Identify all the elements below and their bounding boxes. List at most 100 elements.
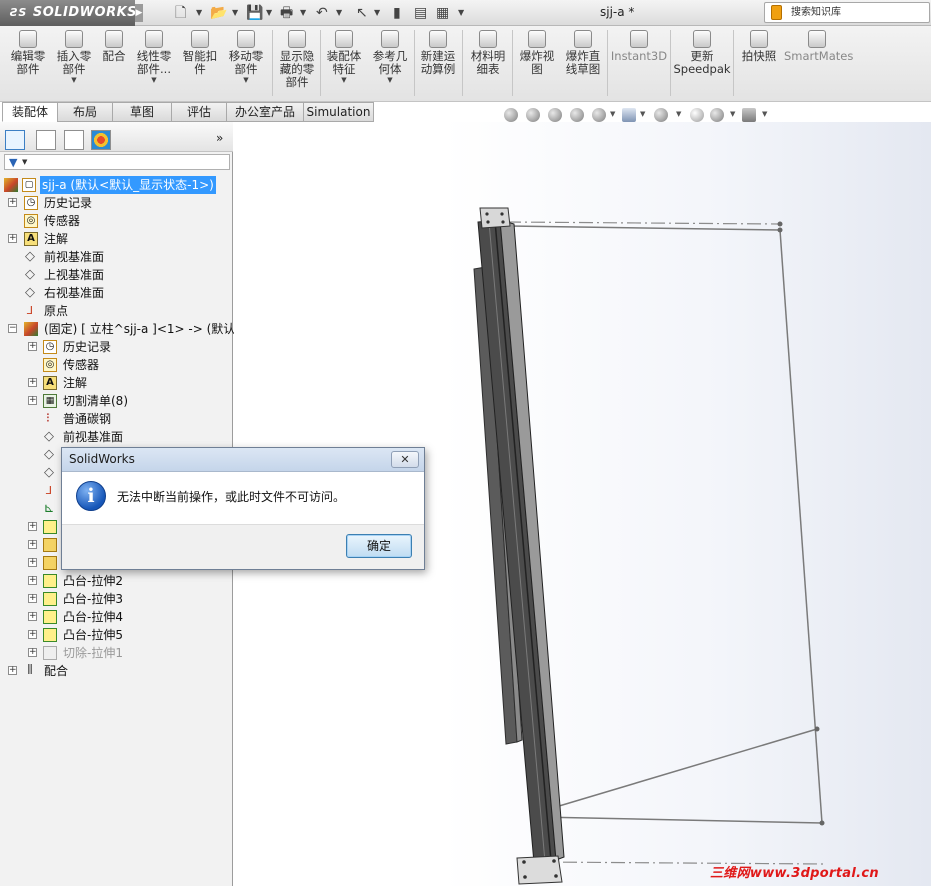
exploded-view-button[interactable]: 爆炸视 图 [515, 30, 559, 76]
open-folder-icon[interactable]: 📂 [210, 4, 227, 22]
tab-sketch[interactable]: 草图 [112, 102, 172, 122]
save-icon[interactable]: 💾 [246, 4, 263, 22]
zoom-to-fit-icon[interactable] [504, 108, 518, 122]
rebuild-icon[interactable]: ▮ [393, 4, 401, 22]
new-dropdown-icon[interactable]: ▼ [196, 4, 202, 22]
dialog-message: 无法中断当前操作，或此时文件不可访问。 [117, 490, 346, 504]
view-orientation-icon[interactable] [592, 108, 606, 122]
file-properties-icon[interactable]: ▤ [414, 4, 427, 22]
filter-funnel-icon[interactable]: ▼ [9, 156, 17, 169]
tab-simulation[interactable]: Simulation [303, 102, 374, 122]
expand-toggle-icon[interactable]: + [28, 612, 37, 621]
collapse-toggle-icon[interactable]: − [8, 324, 17, 333]
expand-panes-chevron-icon[interactable]: » [216, 131, 223, 145]
tree-filter-bar[interactable]: ▼ ▼ [4, 154, 230, 170]
sketch-point[interactable] [777, 221, 783, 227]
new-document-icon[interactable]: 🗋 [175, 4, 186, 22]
undo-icon[interactable]: ↶ [316, 4, 328, 22]
dialog-title-bar[interactable]: SolidWorks ✕ [62, 448, 424, 472]
edit-component-button[interactable]: 编辑零 部件 [6, 30, 50, 76]
open-dropdown-icon[interactable]: ▼ [232, 4, 238, 22]
expand-toggle-icon[interactable]: + [8, 666, 17, 675]
undo-dropdown-icon[interactable]: ▼ [336, 4, 342, 22]
expand-toggle-icon[interactable]: + [28, 558, 37, 567]
scene-dropdown-icon[interactable]: ▼ [730, 110, 735, 118]
dialog-close-button[interactable]: ✕ [391, 451, 419, 468]
smart-fasteners-button[interactable]: 智能扣 件 [178, 30, 222, 76]
tree-item-label: 切除-拉伸1 [63, 646, 123, 660]
view-settings-dropdown-icon[interactable]: ▼ [762, 110, 767, 118]
previous-view-icon[interactable] [548, 108, 562, 122]
smartmates-button[interactable]: SmartMates [784, 30, 853, 63]
tab-layout[interactable]: 布局 [57, 102, 113, 122]
plane-icon: ◇ [44, 447, 54, 462]
take-snapshot-button[interactable]: 拍快照 [736, 30, 782, 63]
select-dropdown-icon[interactable]: ▼ [374, 4, 380, 22]
print-icon[interactable]: 🖶 [280, 4, 293, 22]
options-dropdown-icon[interactable]: ▼ [458, 4, 464, 22]
linear-pattern-button[interactable]: 线性零 部件... ▼ [132, 30, 176, 84]
plane-icon: ◇ [44, 429, 54, 444]
expand-toggle-icon[interactable]: + [28, 648, 37, 657]
expand-toggle-icon[interactable]: + [28, 630, 37, 639]
tab-office-products[interactable]: 办公室产品 [226, 102, 304, 122]
mate-button[interactable]: 配合 [98, 30, 130, 63]
apply-scene-icon[interactable] [710, 108, 724, 122]
info-icon: i [76, 481, 106, 511]
save-dropdown-icon[interactable]: ▼ [266, 4, 272, 22]
options-icon[interactable]: ▦ [436, 4, 449, 22]
insert-component-icon [65, 30, 83, 48]
insert-component-button[interactable]: 插入零 部件 ▼ [52, 30, 96, 84]
explode-line-sketch-button[interactable]: 爆炸直 线草图 [561, 30, 605, 76]
move-component-button[interactable]: 移动零 部件 ▼ [224, 30, 268, 84]
view-settings-monitor-icon[interactable] [742, 108, 756, 122]
display-style-dropdown-icon[interactable]: ▼ [640, 110, 645, 118]
expand-toggle-icon[interactable]: + [28, 522, 37, 531]
tab-assembly[interactable]: 装配体 [2, 102, 58, 122]
top-plate[interactable] [479, 207, 511, 229]
display-style-cube-icon[interactable] [622, 108, 636, 122]
sketch-point[interactable] [819, 820, 825, 826]
property-manager-tab-icon[interactable] [36, 130, 56, 150]
section-view-icon[interactable] [570, 108, 584, 122]
part-icon [24, 322, 38, 336]
bill-of-materials-button[interactable]: 材料明 细表 [466, 30, 510, 76]
expand-toggle-icon[interactable]: + [28, 396, 37, 405]
update-speedpak-button[interactable]: 更新 Speedpak [672, 30, 732, 76]
show-hidden-components-button[interactable]: 显示隐 藏的零 部件 [275, 30, 319, 89]
instant3d-button[interactable]: Instant3D [610, 30, 668, 63]
dialog-body: i 无法中断当前操作，或此时文件不可访问。 [62, 472, 424, 524]
ok-button[interactable]: 确定 [346, 534, 412, 558]
configuration-manager-tab-icon[interactable] [64, 130, 84, 150]
ribbon-label: 爆炸直 线草图 [565, 49, 601, 76]
feature-manager-tab-icon[interactable] [5, 130, 25, 150]
expand-toggle-icon[interactable]: + [8, 234, 17, 243]
logo-menu-arrow-icon[interactable]: ▶ [135, 4, 143, 22]
filter-dropdown-icon[interactable]: ▼ [22, 158, 27, 166]
search-knowledge-base-input[interactable]: 搜索知识库 [764, 2, 930, 23]
edit-appearance-icon[interactable] [690, 108, 704, 122]
expand-toggle-icon[interactable]: + [8, 198, 17, 207]
expand-toggle-icon[interactable]: + [28, 342, 37, 351]
expand-toggle-icon[interactable]: + [28, 594, 37, 603]
new-motion-study-button[interactable]: 新建运 动算例 [416, 30, 460, 76]
select-arrow-icon[interactable]: ↖ [356, 4, 368, 22]
sketch-point[interactable] [777, 227, 783, 233]
expand-toggle-icon[interactable]: + [28, 576, 37, 585]
ribbon-separator [512, 30, 513, 96]
solidworks-logo[interactable]: ƧS SOLIDWORKS [0, 0, 137, 26]
view-orientation-dropdown-icon[interactable]: ▼ [610, 110, 615, 118]
assembly-features-button[interactable]: 装配体 特征 ▼ [322, 30, 366, 84]
appearance-manager-tab-icon[interactable] [91, 130, 111, 150]
expand-toggle-icon[interactable]: + [28, 540, 37, 549]
ribbon-separator [272, 30, 273, 96]
sketch-point[interactable] [814, 726, 820, 732]
tab-evaluate[interactable]: 评估 [171, 102, 227, 122]
expand-toggle-icon[interactable]: + [28, 378, 37, 387]
reference-geometry-button[interactable]: 参考几 何体 ▼ [368, 30, 412, 84]
hide-show-items-icon[interactable] [654, 108, 668, 122]
zoom-to-area-icon[interactable] [526, 108, 540, 122]
site-watermark: 三维网www.3dportal.cn [710, 866, 879, 881]
print-dropdown-icon[interactable]: ▼ [300, 4, 306, 22]
hide-show-dropdown-icon[interactable]: ▼ [676, 110, 681, 118]
